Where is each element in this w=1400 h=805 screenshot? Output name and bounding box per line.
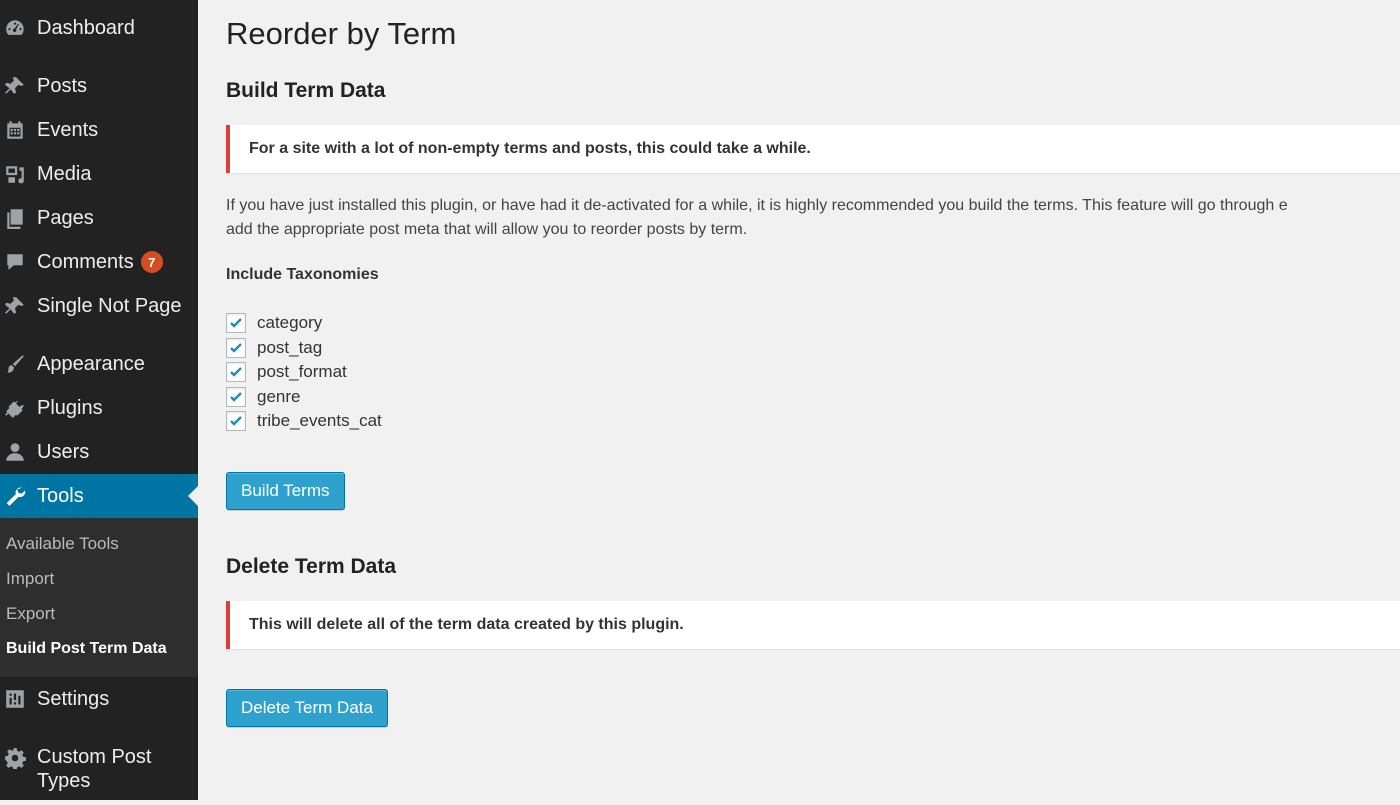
taxonomy-row-category: category [226, 311, 322, 335]
taxonomy-label-tribe-events-cat: tribe_events_cat [257, 411, 382, 430]
build-notice-text: For a site with a lot of non-empty terms… [249, 140, 811, 157]
menu-label-comments: Comments [37, 250, 134, 273]
taxonomy-label-genre: genre [257, 387, 301, 406]
menu-item-plugins[interactable]: Plugins [0, 386, 198, 430]
dashboard-icon [2, 15, 28, 41]
media-icon [2, 161, 28, 187]
plug-icon [2, 395, 28, 421]
pin-icon [2, 293, 28, 319]
checkmark-icon [230, 318, 242, 328]
menu-label-tools: Tools [37, 484, 84, 507]
menu-item-media[interactable]: Media [0, 152, 198, 196]
include-taxonomies-label: Include Taxonomies [226, 266, 379, 283]
menu-item-appearance[interactable]: Appearance [0, 342, 198, 386]
taxonomy-checkbox-tribe-events-cat[interactable] [226, 411, 246, 431]
menu-item-custom-post-types[interactable]: Custom Post Types [0, 745, 198, 805]
menu-label-events: Events [37, 118, 99, 141]
checkmark-icon [230, 367, 242, 377]
menu-label-media: Media [37, 162, 92, 185]
pages-icon [2, 205, 28, 231]
build-description-line-2: add the appropriate post meta that will … [226, 221, 748, 238]
submenu-available-tools[interactable]: Available Tools [6, 534, 119, 554]
menu-item-users[interactable]: Users [0, 430, 198, 474]
checkmark-icon [230, 343, 242, 353]
menu-item-tools[interactable]: Tools [0, 474, 198, 518]
taxonomy-row-tribe-events-cat: tribe_events_cat [226, 409, 382, 433]
sliders-icon [2, 686, 28, 712]
menu-label-users: Users [37, 440, 90, 463]
build-warning-notice: For a site with a lot of non-empty terms… [226, 125, 1400, 173]
menu-item-events[interactable]: Events [0, 108, 198, 152]
menu-label-posts: Posts [37, 74, 88, 97]
menu-item-single-not-page[interactable]: Single Not Page [0, 284, 198, 328]
taxonomy-row-genre: genre [226, 385, 300, 409]
admin-sidebar: Dashboard Posts Events Media Pages Comme… [0, 0, 198, 800]
build-section-heading: Build Term Data [226, 79, 386, 102]
menu-label-custom-post-types: Custom Post Types [37, 746, 152, 792]
page-title: Reorder by Term [226, 16, 457, 51]
menu-item-dashboard[interactable]: Dashboard [0, 6, 198, 50]
menu-item-posts[interactable]: Posts [0, 64, 198, 108]
menu-label-single-not-page: Single Not Page [37, 294, 182, 317]
taxonomy-row-post-format: post_format [226, 360, 347, 384]
menu-item-comments[interactable]: Comments 7 [0, 240, 198, 284]
delete-section-heading: Delete Term Data [226, 555, 397, 578]
wrench-icon [2, 483, 28, 509]
menu-label-pages: Pages [37, 206, 94, 229]
build-description-line-1: If you have just installed this plugin, … [226, 197, 1288, 214]
taxonomy-checkbox-category[interactable] [226, 313, 246, 333]
taxonomy-label-post-format: post_format [257, 362, 347, 381]
submenu-export[interactable]: Export [6, 604, 55, 624]
delete-notice-text: This will delete all of the term data cr… [249, 616, 684, 633]
calendar-icon [2, 117, 28, 143]
comment-icon [2, 249, 28, 275]
tools-submenu: Available Tools Import Export Build Post… [0, 518, 198, 677]
delete-warning-notice: This will delete all of the term data cr… [226, 601, 1400, 649]
gear-icon [2, 745, 28, 771]
brush-icon [2, 351, 28, 377]
taxonomy-checkbox-genre[interactable] [226, 387, 246, 407]
build-description: If you have just installed this plugin, … [226, 194, 1400, 242]
taxonomy-checkbox-post-tag[interactable] [226, 338, 246, 358]
comments-count-badge: 7 [140, 251, 163, 273]
delete-term-data-button[interactable]: Delete Term Data [226, 689, 388, 727]
pin-icon [2, 73, 28, 99]
menu-label-appearance: Appearance [37, 352, 145, 375]
checkmark-icon [230, 416, 242, 426]
checkmark-icon [230, 392, 242, 402]
user-icon [2, 439, 28, 465]
menu-label-plugins: Plugins [37, 396, 103, 419]
menu-label-dashboard: Dashboard [37, 16, 135, 39]
taxonomy-row-post-tag: post_tag [226, 336, 322, 360]
submenu-build-post-term-data[interactable]: Build Post Term Data [6, 640, 167, 658]
taxonomy-checkbox-post-format[interactable] [226, 362, 246, 382]
menu-item-pages[interactable]: Pages [0, 196, 198, 240]
menu-item-settings[interactable]: Settings [0, 677, 198, 721]
taxonomy-label-post-tag: post_tag [257, 338, 323, 357]
build-terms-button[interactable]: Build Terms [226, 472, 345, 510]
menu-label-settings: Settings [37, 687, 110, 710]
submenu-import[interactable]: Import [6, 569, 54, 589]
taxonomy-label-category: category [257, 313, 323, 332]
